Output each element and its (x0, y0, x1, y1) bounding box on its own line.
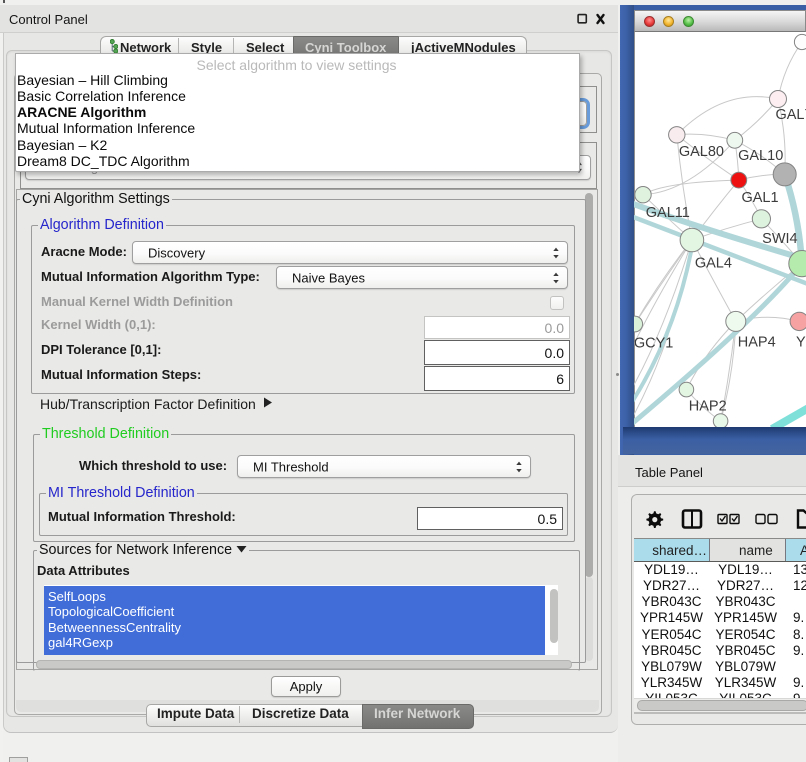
svg-text:GAL7: GAL7 (775, 107, 806, 123)
svg-text:GAL10: GAL10 (738, 148, 783, 164)
svg-text:HAP4: HAP4 (738, 334, 776, 350)
svg-text:HAP2: HAP2 (689, 399, 727, 415)
svg-text:GAL80: GAL80 (679, 144, 724, 160)
svg-text:GAL11: GAL11 (646, 205, 690, 221)
svg-text:GAL1: GAL1 (741, 190, 778, 206)
svg-text:GAL4: GAL4 (695, 256, 732, 272)
svg-text:GCY1: GCY1 (634, 336, 673, 352)
svg-text:SWI4: SWI4 (762, 231, 797, 247)
svg-text:YM: YM (796, 334, 806, 350)
